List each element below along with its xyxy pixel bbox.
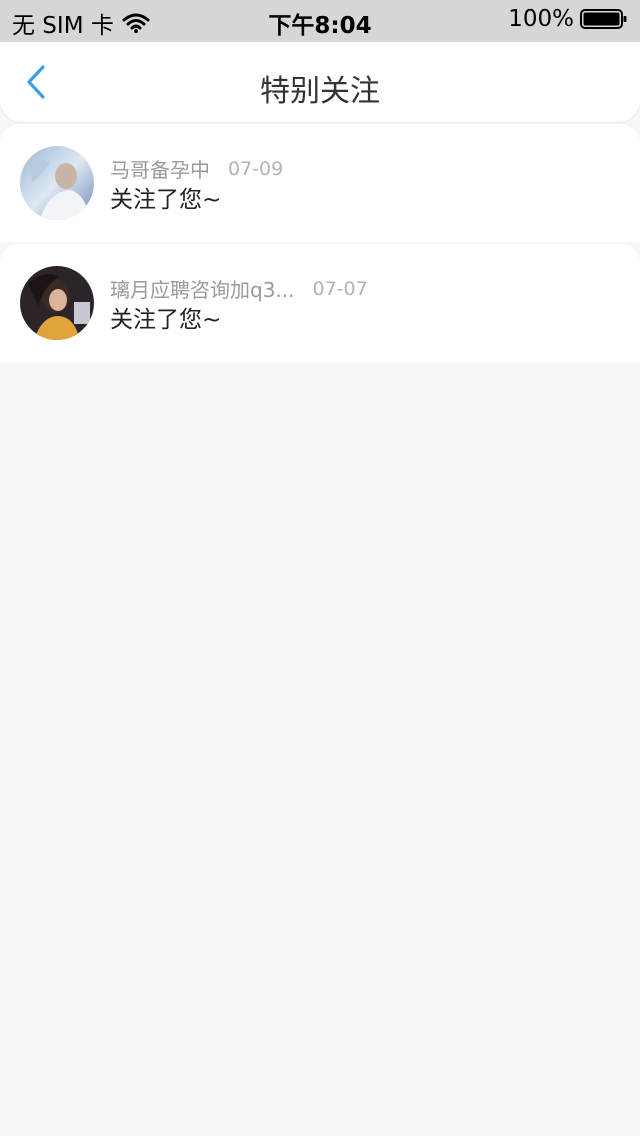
message-text: 关注了您~ — [110, 187, 222, 213]
status-right: 100% — [508, 6, 628, 32]
user-name[interactable]: 马哥备孕中 — [110, 154, 210, 183]
message-text: 关注了您~ — [110, 307, 222, 333]
battery-percent: 100% — [508, 6, 574, 32]
avatar[interactable] — [20, 146, 94, 220]
status-bar: 无 SIM 卡 下午8:04 100% — [0, 0, 640, 42]
nav-bar: 特别关注 — [0, 42, 640, 122]
page-title: 特别关注 — [260, 74, 380, 109]
avatar[interactable] — [20, 266, 94, 340]
name-row: 马哥备孕中 07-09 — [110, 154, 283, 183]
item-date: 07-09 — [228, 157, 284, 180]
special-follow-list: 马哥备孕中 07-09 关注了您~ 璃月应聘咨询加q3... 07-07 关注了… — [0, 124, 640, 364]
battery-icon — [580, 8, 628, 30]
user-name[interactable]: 璃月应聘咨询加q3... — [110, 274, 295, 303]
name-row: 璃月应聘咨询加q3... 07-07 — [110, 274, 368, 303]
list-item[interactable]: 璃月应聘咨询加q3... 07-07 关注了您~ — [0, 244, 640, 362]
item-date: 07-07 — [312, 277, 368, 300]
list-item[interactable]: 马哥备孕中 07-09 关注了您~ — [0, 124, 640, 242]
